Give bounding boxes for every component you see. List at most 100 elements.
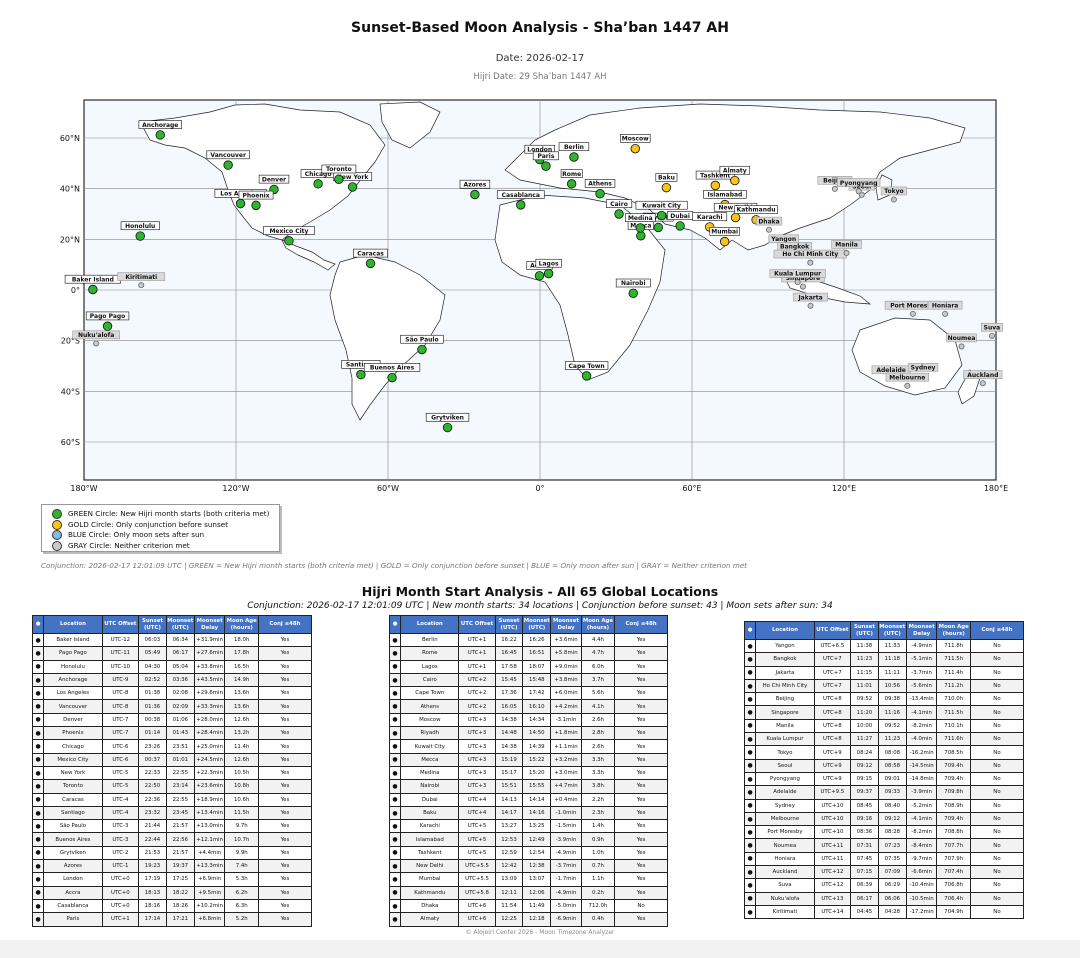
table-cell: 15:55 [522,779,552,794]
table-cell: 21:53 [138,845,167,861]
table-cell: 11:15 [850,665,879,680]
table-cell: UTC+2 [458,672,496,688]
table-cell: 06:03 [138,632,167,648]
row-bullet-icon: ● [388,632,402,648]
location-point [855,188,862,195]
table-cell: Caracas [43,792,103,807]
location-point [251,200,261,211]
table-row: ● Karachi UTC+5 13:27 13:25 -1.5min 1.4h Yes [388,819,668,834]
table-cell: 710.1h [936,718,971,734]
row-bullet-icon: ● [388,859,402,874]
table-cell: Mecca [400,752,460,767]
table-cell: 01:06 [165,712,195,728]
location-point [710,180,721,191]
table-row: ● Rome UTC+1 16:45 16:51 +5.8min 4.7h Yes [388,646,668,661]
location-label: Kiritimati [125,274,157,281]
table-header-cell: ● [743,621,757,640]
table-cell: No [969,678,1025,694]
table-cell: +13.4min [193,805,226,821]
table-row: ● Kiritimati UTC+14 04:45 04:28 -17.2min 704.9… [743,904,1025,920]
table-cell: +6.8min [193,912,226,927]
table-row: ● São Paulo UTC-3 21:44 21:57 +13.0min 9.7h Yes [31,819,313,834]
table-cell: Yangon [755,638,815,654]
table-cell: UTC+11 [813,851,852,867]
location-label: Honolulu [125,223,155,230]
table-row: ● Noumea UTC+11 07:31 07:23 -8.4min 707.7h No [743,838,1025,853]
row-bullet-icon: ● [388,819,402,834]
table-cell: +29.6min [193,686,226,701]
table-cell: 11.4h [224,739,259,754]
table-cell: Yes [614,845,668,861]
table-cell: UTC-8 [101,699,140,714]
table-header-cell: Conj ≤48h [257,615,313,634]
table-cell: UTC+6.5 [813,638,852,654]
table-cell: UTC+1 [101,912,140,927]
location-point [904,382,911,389]
table-cell: 09:33 [877,785,907,800]
table-cell: 16:45 [494,646,524,661]
table-cell: 5.3h [224,872,259,887]
table-cell: New York [43,765,103,781]
table-cell: Jakarta [755,665,815,680]
table-cell: -14.5min [905,758,938,773]
table-cell: No [969,758,1025,773]
location-label: Cape Town [569,363,605,370]
table-row: ● Pyongyang UTC+9 09:15 09:01 -14.8min 709.4h N… [743,771,1025,787]
table-row: ● Seoul UTC+9 09:12 08:58 -14.5min 709.4h No [743,758,1025,773]
table-cell: 06:06 [877,891,907,906]
table-cell: 0.9h [580,832,616,847]
row-bullet-icon: ● [388,646,402,661]
table-cell: 08:28 [877,825,907,840]
table-cell: UTC+4 [458,792,496,807]
table-cell: UTC-4 [101,805,140,821]
table-cell: Yes [257,845,313,861]
table-row: ● Medina UTC+3 15:17 15:20 +3.0min 3.3h Yes [388,765,668,781]
location-label: Athens [588,181,612,188]
table-cell: +3.8min [550,672,582,688]
table-cell: Yes [614,686,668,701]
table-row: ● Lagos UTC+1 17:58 18:07 +9.0min 6.0h Yes [388,659,668,674]
table-cell: UTC+5 [458,819,496,834]
row-bullet-icon: ● [31,779,45,794]
table-cell: 14:50 [522,726,552,741]
table-cell: 06:39 [850,878,879,893]
table-cell: Yes [614,832,668,847]
location-label: Yangon [770,236,796,243]
table-row: ● New York UTC-5 22:33 22:55 +22.3min 10.5h Yes [31,765,313,781]
table-cell: Kathmandu [400,885,460,900]
location-label: Ho Chi Minh City [782,251,838,258]
table-cell: UTC+9.5 [813,785,852,800]
table-cell: 06:17 [165,646,195,661]
row-bullet-icon: ● [31,898,45,914]
table-cell: 01:14 [138,726,167,741]
table-cell: 13:25 [522,819,552,834]
location-point [284,236,294,246]
location-point [223,160,233,170]
table-row: ● Athens UTC+2 16:05 16:10 +4.2min 4.1h Yes [388,699,668,714]
table-cell: Dubai [400,792,460,807]
table-cell: 16:05 [494,699,524,714]
row-bullet-icon: ● [31,712,45,728]
y-tick-label: 20°N [60,235,80,244]
location-label: Tokyo [884,188,903,195]
table-cell: 15:17 [494,765,524,781]
table-cell: 710.0h [936,692,971,707]
table-cell: 11:49 [522,898,552,914]
table-cell: 13:09 [494,872,524,887]
table-cell: UTC+0 [101,872,140,887]
location-point [470,189,480,200]
table-cell: 16:22 [494,632,524,648]
table-cell: Baker Island [43,632,103,648]
table-cell: UTC-1 [101,859,140,874]
table-cell: -5.1min [905,652,938,667]
location-point [630,143,640,154]
table-cell: 10:56 [877,678,907,694]
table-cell: -4.9min [550,885,582,900]
location-point [794,279,801,286]
table-cell: UTC+7 [813,665,852,680]
table-cell: 4.1h [580,699,616,714]
x-tick-label: 120°W [222,484,249,493]
row-bullet-icon: ● [388,779,402,794]
table-cell: 5.6h [580,686,616,701]
table-cell: 17:58 [494,659,524,674]
